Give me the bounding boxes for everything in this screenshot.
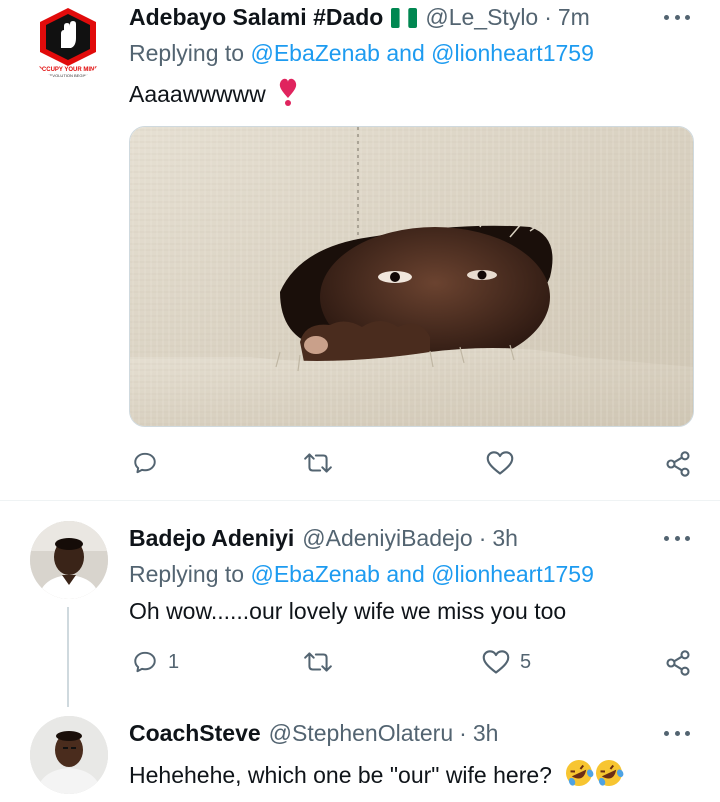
- separator-dot: ·: [544, 4, 552, 30]
- avatar-coachsteve[interactable]: [30, 716, 108, 794]
- share-button[interactable]: [664, 450, 692, 478]
- separator-dot: ·: [478, 525, 487, 551]
- more-options-button[interactable]: [664, 12, 690, 22]
- heart-exclamation-icon: [278, 76, 298, 112]
- photo-child-peeking: [130, 127, 693, 426]
- more-options-button[interactable]: [664, 533, 690, 543]
- tweet-1[interactable]: OCCUPY YOUR MIND REVOLUTION BEGINS Adeba…: [0, 0, 720, 500]
- profile-photo-coachsteve: [30, 716, 108, 794]
- profile-photo-badejo: [30, 521, 108, 599]
- tweet-2[interactable]: Badejo Adeniyi @AdeniyiBadejo · 3h Reply…: [0, 501, 720, 707]
- like-icon: [486, 451, 514, 475]
- like-button[interactable]: [486, 450, 524, 476]
- reply-icon: [134, 452, 156, 474]
- tweet-text: Aaaawwwww: [129, 76, 298, 112]
- tweet-time[interactable]: 7m: [558, 4, 590, 31]
- like-icon: [482, 650, 510, 674]
- mention-ebazenab[interactable]: @EbaZenab: [250, 561, 380, 587]
- more-options-button[interactable]: [664, 728, 690, 738]
- mention-and[interactable]: and: [386, 40, 424, 66]
- display-name[interactable]: CoachSteve: [129, 720, 261, 747]
- rolling-laughing-emoji-icon: [564, 758, 624, 794]
- share-icon: [666, 650, 690, 676]
- tweet-3[interactable]: CoachSteve @StephenOlateru · 3h Hehehehe…: [0, 706, 720, 802]
- more-icon: [664, 535, 669, 541]
- mention-lionheart[interactable]: @lionheart1759: [431, 561, 594, 587]
- nigeria-flag-icon: [391, 7, 418, 28]
- user-handle[interactable]: @AdeniyiBadejo: [302, 525, 472, 552]
- tweet-text-content: Aaaawwwww: [129, 81, 266, 107]
- replying-prefix: Replying to: [129, 40, 245, 66]
- tweet-header: Adebayo Salami #Dado @Le_Stylo · 7m: [129, 4, 590, 31]
- tweet-time[interactable]: 3h: [473, 720, 499, 747]
- avatar-badejo[interactable]: [30, 521, 108, 599]
- reply-count: 1: [168, 650, 180, 673]
- tweet-photo[interactable]: [129, 126, 694, 427]
- separator-dot: ·: [459, 720, 467, 746]
- tweet-header: Badejo Adeniyi @AdeniyiBadejo · 3h: [129, 525, 518, 552]
- display-name[interactable]: Adebayo Salami #Dado: [129, 4, 383, 31]
- like-button[interactable]: 5: [482, 649, 531, 675]
- replying-to: Replying to @EbaZenab and @lionheart1759: [129, 40, 594, 67]
- user-handle[interactable]: @StephenOlateru: [269, 720, 453, 747]
- occupy-your-mind-logo: OCCUPY YOUR MIND REVOLUTION BEGINS: [30, 4, 106, 80]
- retweet-icon: [304, 453, 332, 473]
- tweet-text: Hehehehe, which one be "our" wife here?: [129, 758, 624, 794]
- replying-prefix: Replying to: [129, 561, 245, 587]
- tweet-header: CoachSteve @StephenOlateru · 3h: [129, 720, 498, 747]
- mention-ebazenab[interactable]: @EbaZenab: [250, 40, 380, 66]
- reply-icon: [134, 651, 156, 673]
- retweet-button[interactable]: [303, 450, 343, 476]
- mention-and[interactable]: and: [386, 561, 424, 587]
- reply-button[interactable]: 1: [132, 649, 179, 675]
- tweet-time[interactable]: 3h: [492, 525, 518, 552]
- more-icon: [664, 14, 669, 20]
- avatar-adebayo[interactable]: OCCUPY YOUR MIND REVOLUTION BEGINS: [30, 4, 106, 80]
- mention-lionheart[interactable]: @lionheart1759: [431, 40, 594, 66]
- tweet-text-content: Hehehehe, which one be "our" wife here?: [129, 762, 552, 788]
- reply-button[interactable]: [132, 450, 168, 476]
- retweet-icon: [304, 652, 332, 672]
- logo-text-bottom: REVOLUTION BEGINS: [47, 73, 90, 78]
- replying-to: Replying to @EbaZenab and @lionheart1759: [129, 561, 594, 588]
- retweet-button[interactable]: [303, 649, 343, 675]
- like-count: 5: [520, 650, 532, 673]
- share-button[interactable]: [664, 649, 692, 677]
- display-name[interactable]: Badejo Adeniyi: [129, 525, 294, 552]
- share-icon: [666, 451, 690, 477]
- more-icon: [664, 730, 669, 736]
- thread-line: [67, 607, 69, 707]
- tweet-text: Oh wow......our lovely wife we miss you …: [129, 598, 567, 624]
- user-handle[interactable]: @Le_Stylo: [425, 4, 538, 31]
